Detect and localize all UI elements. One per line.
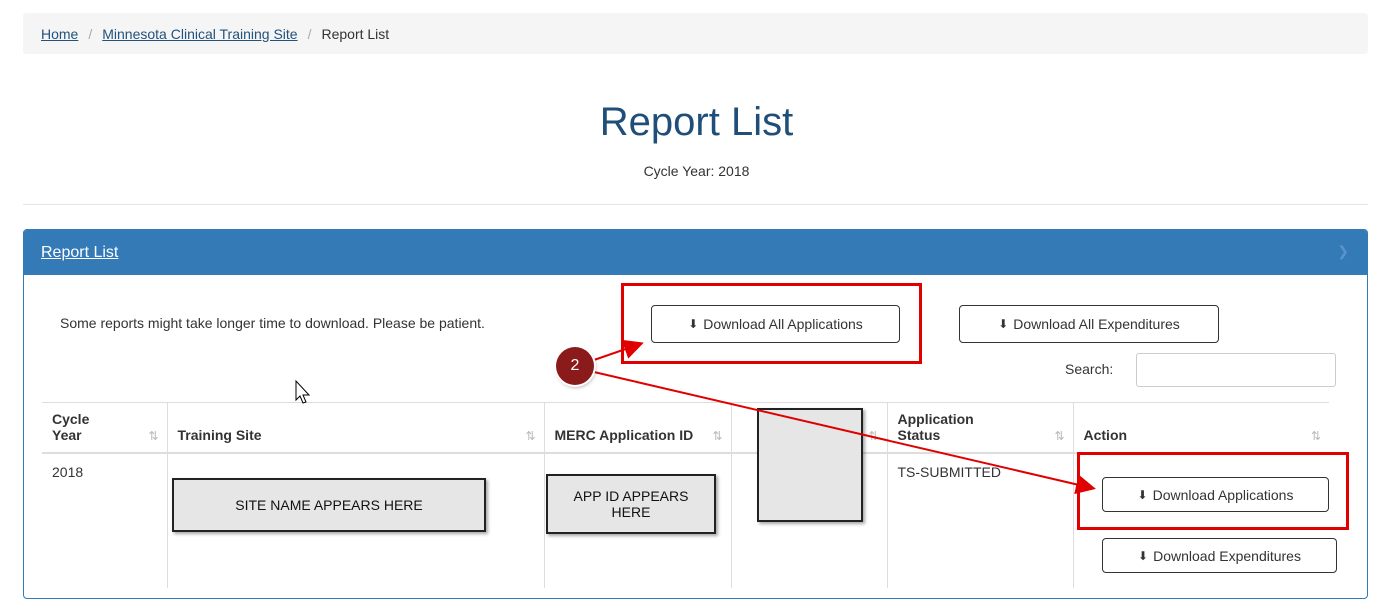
step-number-badge: 2 <box>556 347 594 385</box>
mouse-cursor-icon <box>295 379 311 404</box>
arrow-to-download-applications <box>593 371 1096 495</box>
annotation-arrows <box>295 339 1096 495</box>
arrow-to-download-all <box>593 339 644 361</box>
